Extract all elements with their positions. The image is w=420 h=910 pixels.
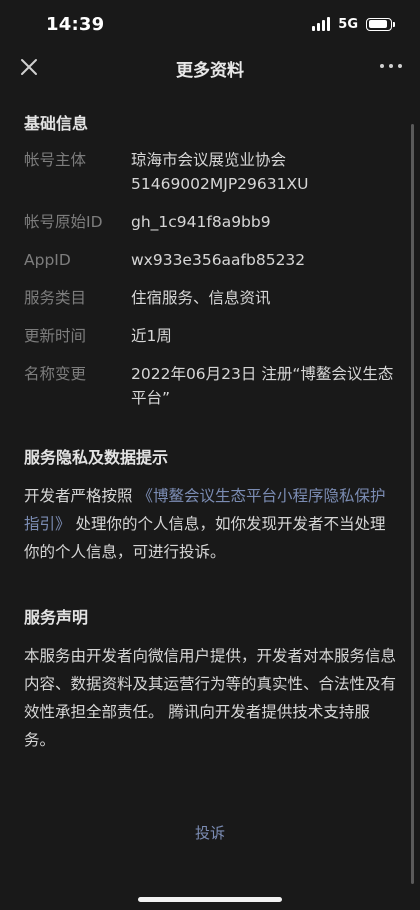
basic-info-table: 帐号主体 琼海市会议展览业协会 51469002MJP29631XU 帐号原始I… <box>24 148 396 410</box>
info-row-original-id: 帐号原始ID gh_1c941f8a9bb9 <box>24 210 396 234</box>
main-content: 基础信息 帐号主体 琼海市会议展览业协会 51469002MJP29631XU … <box>24 100 396 754</box>
page-title: 更多资料 <box>176 61 244 81</box>
nav-bar: 更多资料 <box>0 48 420 88</box>
info-value: gh_1c941f8a9bb9 <box>131 213 271 231</box>
info-label: 名称变更 <box>24 365 87 383</box>
privacy-text-before: 开发者严格按照 <box>24 487 138 505</box>
info-value: 近1周 <box>131 327 172 345</box>
info-value: wx933e356aafb85232 <box>131 251 306 269</box>
info-label: 帐号原始ID <box>24 213 103 231</box>
info-label: 帐号主体 <box>24 151 87 169</box>
privacy-title: 服务隐私及数据提示 <box>24 448 169 467</box>
complain-link[interactable]: 投诉 <box>195 824 225 842</box>
info-label: AppID <box>24 251 71 269</box>
more-icon[interactable] <box>380 58 402 74</box>
info-row-subject: 帐号主体 琼海市会议展览业协会 51469002MJP29631XU <box>24 148 396 196</box>
info-row-update-time: 更新时间 近1周 <box>24 324 396 348</box>
info-value: 2022年06月23日 注册“博鳌会议生态平台” <box>131 365 394 407</box>
info-label: 服务类目 <box>24 289 87 307</box>
info-value: 琼海市会议展览业协会 51469002MJP29631XU <box>131 151 309 193</box>
info-row-appid: AppID wx933e356aafb85232 <box>24 248 396 272</box>
status-time: 14:39 <box>46 13 105 35</box>
network-label: 5G <box>338 16 358 32</box>
privacy-text-after: 处理你的个人信息，如你发现开发者不当处理你的个人信息，可进行投诉。 <box>24 515 386 561</box>
statement-title: 服务声明 <box>24 608 89 627</box>
scrollbar[interactable] <box>411 124 414 884</box>
privacy-text: 开发者严格按照 《博鳌会议生态平台小程序隐私保护指引》 处理你的个人信息，如你发… <box>24 482 396 566</box>
info-row-category: 服务类目 住宿服务、信息资讯 <box>24 286 396 310</box>
info-label: 更新时间 <box>24 327 87 345</box>
battery-icon <box>366 17 395 31</box>
home-indicator <box>138 897 282 902</box>
complain-row: 投诉 <box>0 822 420 843</box>
info-value: 住宿服务、信息资讯 <box>131 289 271 307</box>
statement-text: 本服务由开发者向微信用户提供，开发者对本服务信息内容、数据资料及其运营行为等的真… <box>24 647 397 749</box>
status-indicators: 5G <box>312 16 395 32</box>
basic-info-title: 基础信息 <box>24 114 89 133</box>
battery-level <box>368 20 388 28</box>
info-row-name-change: 名称变更 2022年06月23日 注册“博鳌会议生态平台” <box>24 362 396 410</box>
signal-icon <box>312 17 331 31</box>
status-bar: 14:39 5G <box>0 0 420 48</box>
